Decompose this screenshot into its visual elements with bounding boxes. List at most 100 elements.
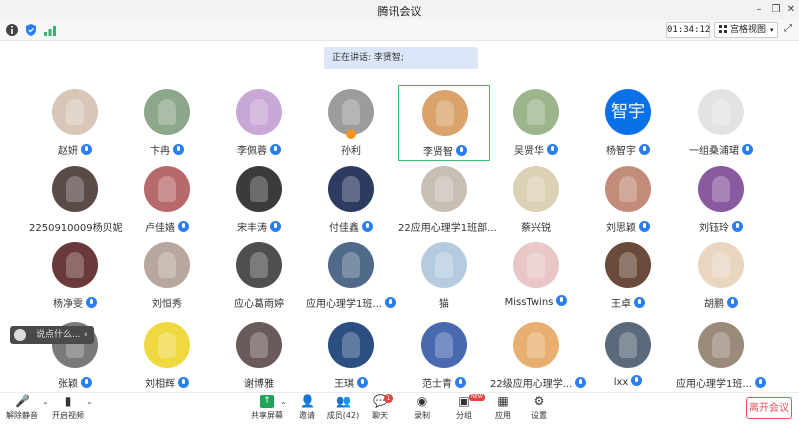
participant-tile[interactable]: 蔡兴锐 xyxy=(490,162,582,238)
microphone-icon xyxy=(357,377,368,388)
participant-tile[interactable]: 智宇 杨智宇 xyxy=(582,85,674,161)
participant-name-text: 刘思颖 xyxy=(606,223,636,234)
participant-tile[interactable]: 李贤智 xyxy=(398,85,490,161)
grid-view-button[interactable]: 宫格视图 ▾ xyxy=(714,22,778,38)
participant-name-text: 2250910009杨贝妮 xyxy=(29,223,123,234)
participant-tile[interactable]: 刘恒秀 xyxy=(121,238,213,314)
participant-name-text: 22级应用心理学... xyxy=(490,379,573,390)
restore-icon[interactable]: ❐ xyxy=(768,2,784,18)
participant-name: 卢佳嫱 xyxy=(121,219,213,234)
invite-icon: 👤 xyxy=(300,394,315,408)
settings-button[interactable]: ⚙ 设置 xyxy=(517,395,561,423)
participant-tile[interactable]: 一组桑浦珺 xyxy=(675,85,767,161)
participant-tile[interactable]: MissTwins xyxy=(490,238,582,314)
participant-tile[interactable]: 杨净雯 xyxy=(29,238,121,314)
leave-meeting-button[interactable]: 离开会议 xyxy=(746,397,792,419)
participant-tile[interactable]: 孙利 xyxy=(305,85,397,161)
participant-tile[interactable]: 应用心理学1班... xyxy=(675,318,767,394)
participant-name: MissTwins xyxy=(490,295,582,308)
participant-name: 王卓 xyxy=(582,295,674,310)
participant-tile[interactable]: 应用心理学1班... xyxy=(305,238,397,314)
participant-tile[interactable]: 赵妍 xyxy=(29,85,121,161)
participant-tile[interactable]: 吴贤华 xyxy=(490,85,582,161)
share-screen-icon: ↑ xyxy=(260,395,274,408)
participant-tile[interactable]: 22级应用心理学... xyxy=(490,318,587,394)
microphone-icon xyxy=(178,221,189,232)
participant-name-text: 赵妍 xyxy=(58,146,78,157)
participant-avatar xyxy=(421,242,467,288)
participant-tile[interactable]: 范士青 xyxy=(398,318,490,394)
participant-tile[interactable]: lxx xyxy=(582,318,674,394)
participant-tile[interactable]: 李佩蓉 xyxy=(213,85,305,161)
participant-tile[interactable]: 刘钰玲 xyxy=(675,162,767,238)
participant-avatar xyxy=(236,89,282,135)
participant-tile[interactable]: 宋丰涛 xyxy=(213,162,305,238)
video-label: 开启视频 xyxy=(52,411,84,420)
minimize-icon[interactable]: – xyxy=(751,2,767,18)
video-button[interactable]: ▮ 开启视频 xyxy=(46,395,90,423)
info-icon[interactable] xyxy=(5,23,19,37)
avatar-photo-shape xyxy=(342,99,360,125)
participant-avatar xyxy=(513,166,559,212)
participant-name: 杨净雯 xyxy=(29,295,121,310)
participant-name-text: 范士青 xyxy=(422,379,452,390)
microphone-icon xyxy=(639,221,650,232)
participant-name-text: MissTwins xyxy=(504,297,554,308)
participant-avatar xyxy=(52,242,98,288)
status-dot-icon xyxy=(346,129,356,139)
record-button[interactable]: ◉ 录制 xyxy=(400,395,444,423)
participant-name-text: 应心葛雨婷 xyxy=(234,299,284,310)
participant-tile[interactable]: 卞冉 xyxy=(121,85,213,161)
shield-icon[interactable] xyxy=(24,23,38,37)
participant-tile[interactable]: 王卓 xyxy=(582,238,674,314)
close-icon[interactable]: ✕ xyxy=(783,2,799,18)
participant-tile[interactable]: 刘相辉 xyxy=(121,318,213,394)
participant-avatar xyxy=(605,166,651,212)
window-title: 腾讯会议 xyxy=(377,5,422,18)
participant-name: 刘钰玲 xyxy=(675,219,767,234)
signal-icon[interactable] xyxy=(43,23,57,37)
participant-name: 应用心理学1班... xyxy=(305,295,397,310)
microphone-icon xyxy=(384,297,396,308)
avatar-photo-shape xyxy=(158,99,176,125)
participant-name-text: 22应用心理学1班部... xyxy=(398,223,497,234)
chat-bubble[interactable]: 说点什么... ‹ xyxy=(10,326,94,344)
participant-name-text: 猫 xyxy=(439,299,449,310)
participant-name-text: 刘相辉 xyxy=(145,379,175,390)
participant-tile[interactable]: 胡鹏 xyxy=(675,238,767,314)
unmute-button[interactable]: 🎤 解除静音 xyxy=(0,395,44,423)
chat-placeholder: 说点什么... xyxy=(36,330,81,340)
participant-tile[interactable]: 王琪 xyxy=(305,318,397,394)
participant-name-text: 卢佳嫱 xyxy=(145,223,175,234)
participant-name-text: 谢博雅 xyxy=(244,379,274,390)
fullscreen-icon[interactable]: ⤢ xyxy=(784,23,792,34)
participant-tile[interactable]: 猫 xyxy=(398,238,490,314)
avatar-photo-shape xyxy=(619,176,637,202)
microphone-icon xyxy=(455,377,466,388)
members-icon: 👥 xyxy=(336,394,351,408)
participant-tile[interactable]: 应心葛雨婷 xyxy=(213,238,305,314)
participant-tile[interactable]: 2250910009杨贝妮 xyxy=(29,162,123,238)
participant-tile[interactable]: 刘思颖 xyxy=(582,162,674,238)
emoji-icon[interactable] xyxy=(14,329,26,341)
participant-avatar xyxy=(698,166,744,212)
grid-icon xyxy=(719,25,727,33)
bottom-bar: 🎤 解除静音 ⌃ ▮ 开启视频 ⌃ ↑ 共享屏幕 ⌃ 👤 邀请 👥 成员(42)… xyxy=(0,392,799,424)
avatar-photo-shape xyxy=(158,252,176,278)
participant-name-text: 杨净雯 xyxy=(53,299,83,310)
chevron-left-icon[interactable]: ‹ xyxy=(84,326,88,344)
participant-tile[interactable]: 22应用心理学1班部... xyxy=(398,162,497,238)
video-options-caret[interactable]: ⌃ xyxy=(86,401,93,410)
participant-avatar xyxy=(236,242,282,288)
participant-name-text: 杨智宇 xyxy=(606,146,636,157)
participant-tile[interactable]: 卢佳嫱 xyxy=(121,162,213,238)
microphone-icon xyxy=(178,377,189,388)
chat-badge: 1 xyxy=(384,394,393,403)
chat-button[interactable]: 💬 聊天 xyxy=(358,395,402,423)
participant-avatar xyxy=(144,89,190,135)
participant-tile[interactable]: 谢博雅 xyxy=(213,318,305,394)
participant-avatar xyxy=(144,166,190,212)
participant-avatar xyxy=(698,89,744,135)
participant-tile[interactable]: 付佳鑫 xyxy=(305,162,397,238)
participant-name-text: 宋丰涛 xyxy=(237,223,267,234)
